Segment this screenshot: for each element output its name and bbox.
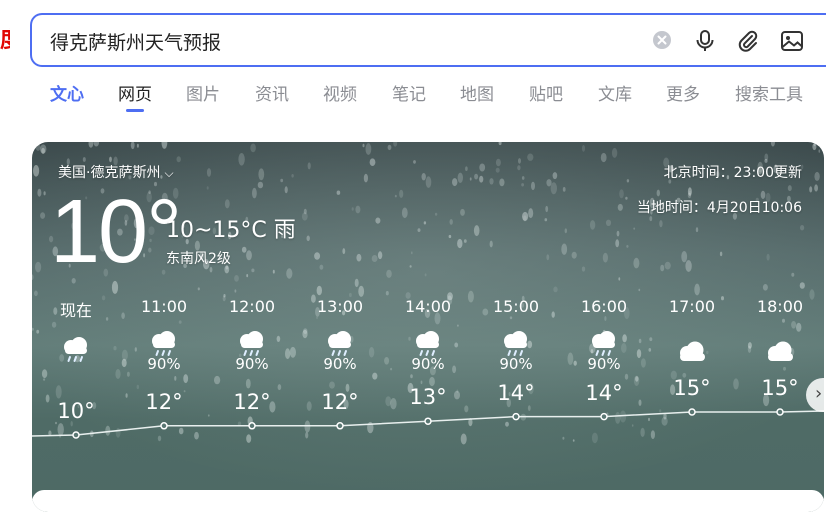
chevron-right-icon: › xyxy=(815,383,823,404)
temperature-point xyxy=(160,422,168,430)
logo-fragment: 度 xyxy=(0,28,10,54)
microphone-icon[interactable] xyxy=(692,28,718,54)
temperature-point xyxy=(512,412,520,421)
next-panel xyxy=(32,490,824,512)
tab-more[interactable]: 更多 xyxy=(666,80,700,110)
temperature-curve xyxy=(32,408,824,439)
temperature-point xyxy=(600,412,608,421)
tab-web[interactable]: 网页 xyxy=(118,80,152,112)
search-box xyxy=(30,13,826,67)
tab-images[interactable]: 图片 xyxy=(186,80,220,110)
search-input[interactable] xyxy=(48,15,612,67)
temperature-point xyxy=(248,422,256,430)
tab-notes[interactable]: 笔记 xyxy=(392,80,426,110)
temperature-point xyxy=(776,408,784,416)
tab-videos[interactable]: 视频 xyxy=(323,80,357,110)
clear-icon[interactable] xyxy=(652,30,672,50)
temperature-point xyxy=(336,422,344,430)
image-search-icon[interactable] xyxy=(779,28,805,54)
tab-news[interactable]: 资讯 xyxy=(255,80,289,110)
attachment-icon[interactable] xyxy=(735,28,761,54)
tab-wenxin[interactable]: 文心 xyxy=(50,80,84,110)
temperature-point xyxy=(424,417,432,425)
tab-tieba[interactable]: 贴吧 xyxy=(529,80,563,110)
temperature-point xyxy=(72,431,80,439)
tab-maps[interactable]: 地图 xyxy=(460,80,494,110)
search-tabs: 文心 网页 图片 资讯 视频 笔记 地图 贴吧 文库 更多 搜索工具 xyxy=(0,80,826,114)
tab-wenku[interactable]: 文库 xyxy=(598,80,632,110)
weather-card: 美国·德克萨斯州 ⌵ 北京时间：23:00更新 当地时间：4月20日10:06 1… xyxy=(32,142,824,512)
temperature-point xyxy=(688,408,696,416)
tab-search-tools[interactable]: 搜索工具 xyxy=(735,80,803,110)
